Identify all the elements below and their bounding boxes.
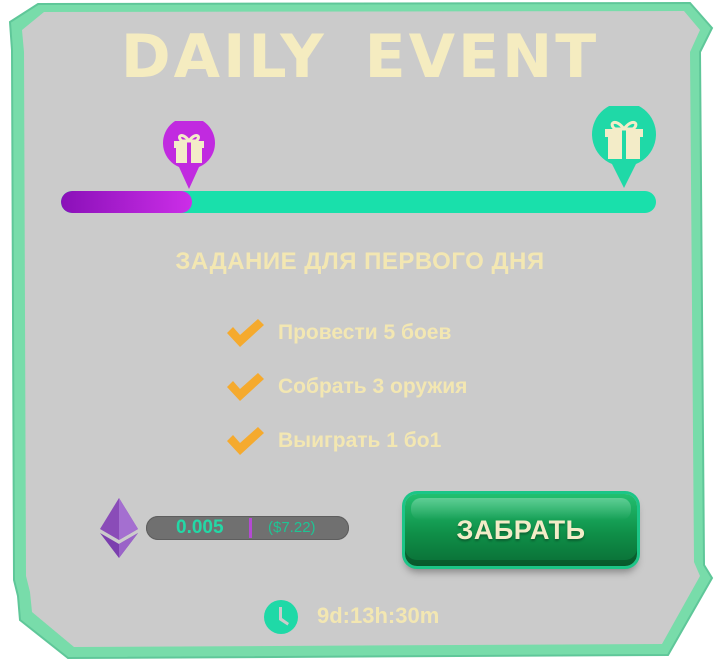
ethereum-icon	[100, 498, 138, 558]
task-heading: ЗАДАНИЕ ДЛЯ ПЕРВОГО ДНЯ	[175, 248, 545, 275]
task-item: Провести 5 боев	[224, 306, 467, 360]
reward-amount-pill: 0.005 ($7.22)	[146, 516, 349, 540]
task-label: Выиграть 1 бо1	[278, 429, 442, 452]
clock-icon	[264, 600, 298, 634]
reward-usd-value: ($7.22)	[268, 519, 316, 536]
check-icon	[227, 373, 264, 401]
event-progress-bar	[61, 191, 656, 213]
claim-button-label: ЗАБРАТЬ	[456, 514, 586, 545]
event-title: DAILY EVENT	[120, 22, 600, 92]
gift-icon	[592, 106, 656, 188]
task-item: Выиграть 1 бо1	[224, 414, 467, 468]
claim-button[interactable]: ЗАБРАТЬ	[405, 494, 637, 566]
event-progress-fill	[61, 191, 192, 213]
task-list: Провести 5 боев Собрать 3 оружия Выиграт…	[224, 306, 467, 468]
task-item: Собрать 3 оружия	[224, 360, 467, 414]
countdown-timer: 9d:13h:30m	[317, 603, 440, 628]
reward-divider	[249, 518, 252, 538]
check-icon	[227, 427, 264, 455]
task-label: Провести 5 боев	[278, 321, 452, 344]
reward-amount: 0.005	[176, 517, 224, 538]
check-icon	[227, 319, 264, 347]
gift-icon	[163, 121, 215, 189]
task-label: Собрать 3 оружия	[278, 375, 468, 398]
